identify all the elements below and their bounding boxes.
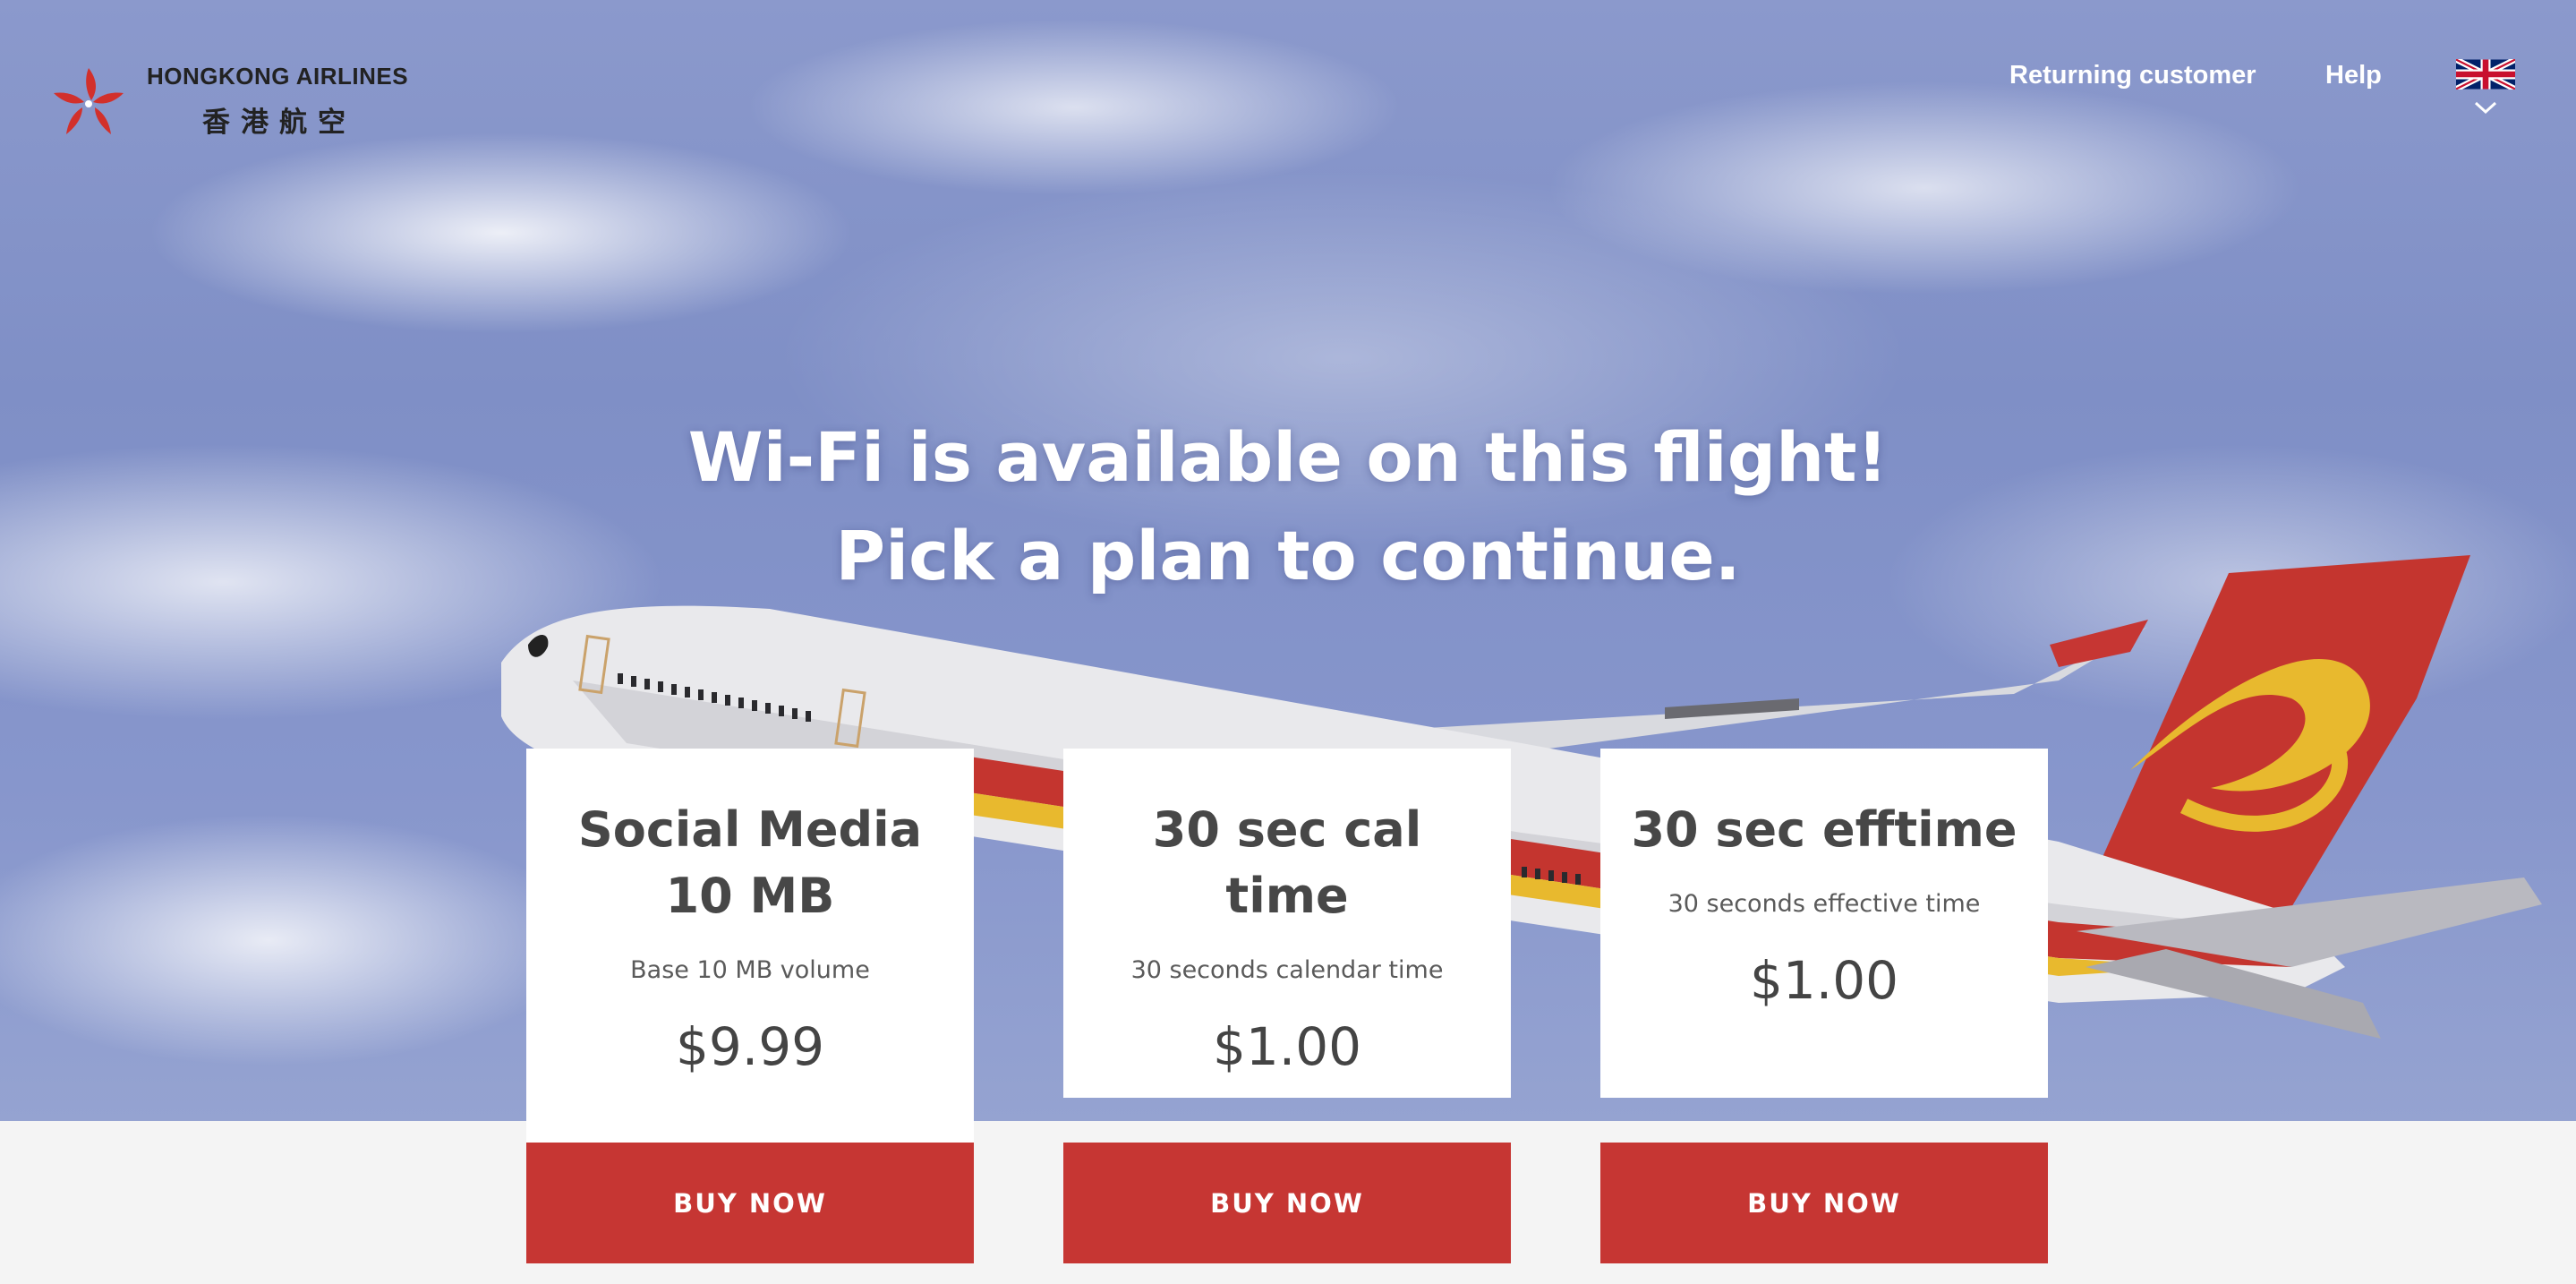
hero-headline: Wi-Fi is available on this flight! Pick … <box>0 408 2576 605</box>
plan-description: Base 10 MB volume <box>630 956 870 984</box>
brand-name-zh: 香港航空 <box>202 107 356 139</box>
hero-line-2: Pick a plan to continue. <box>835 516 1741 595</box>
language-selector[interactable] <box>2456 59 2515 122</box>
hero-line-1: Wi-Fi is available on this flight! <box>687 417 1889 497</box>
plan-description: 30 seconds effective time <box>1668 890 1981 918</box>
plan-card-social-media: Social Media 10 MB Base 10 MB volume $9.… <box>526 749 974 1146</box>
help-link[interactable]: Help <box>2325 61 2382 90</box>
plan-card-eff-time: 30 sec efftime 30 seconds effective time… <box>1600 749 2048 1098</box>
plan-name: 30 sec cal time <box>1152 801 1422 924</box>
bauhinia-logo-icon <box>54 68 124 134</box>
brand-logo[interactable]: HONGKONG AIRLINES 香港航空 <box>50 63 408 140</box>
returning-customer-link[interactable]: Returning customer <box>2009 61 2256 90</box>
plan-price: $9.99 <box>675 1016 825 1077</box>
plan-price: $1.00 <box>1212 1016 1362 1077</box>
buy-now-button-cal-time[interactable]: BUY NOW <box>1063 1143 1511 1263</box>
uk-flag-icon <box>2456 59 2515 90</box>
plan-price: $1.00 <box>1749 950 1899 1011</box>
buy-now-button-social-media[interactable]: BUY NOW <box>526 1143 974 1263</box>
brand-name-en: HONGKONG AIRLINES <box>147 63 409 90</box>
plan-name: Social Media 10 MB <box>577 801 923 924</box>
buy-now-button-eff-time[interactable]: BUY NOW <box>1600 1143 2048 1263</box>
chevron-down-icon <box>2474 101 2497 115</box>
plan-card-cal-time: 30 sec cal time 30 seconds calendar time… <box>1063 749 1511 1098</box>
plan-description: 30 seconds calendar time <box>1130 956 1444 984</box>
plan-name: 30 sec efftime <box>1631 801 2017 858</box>
